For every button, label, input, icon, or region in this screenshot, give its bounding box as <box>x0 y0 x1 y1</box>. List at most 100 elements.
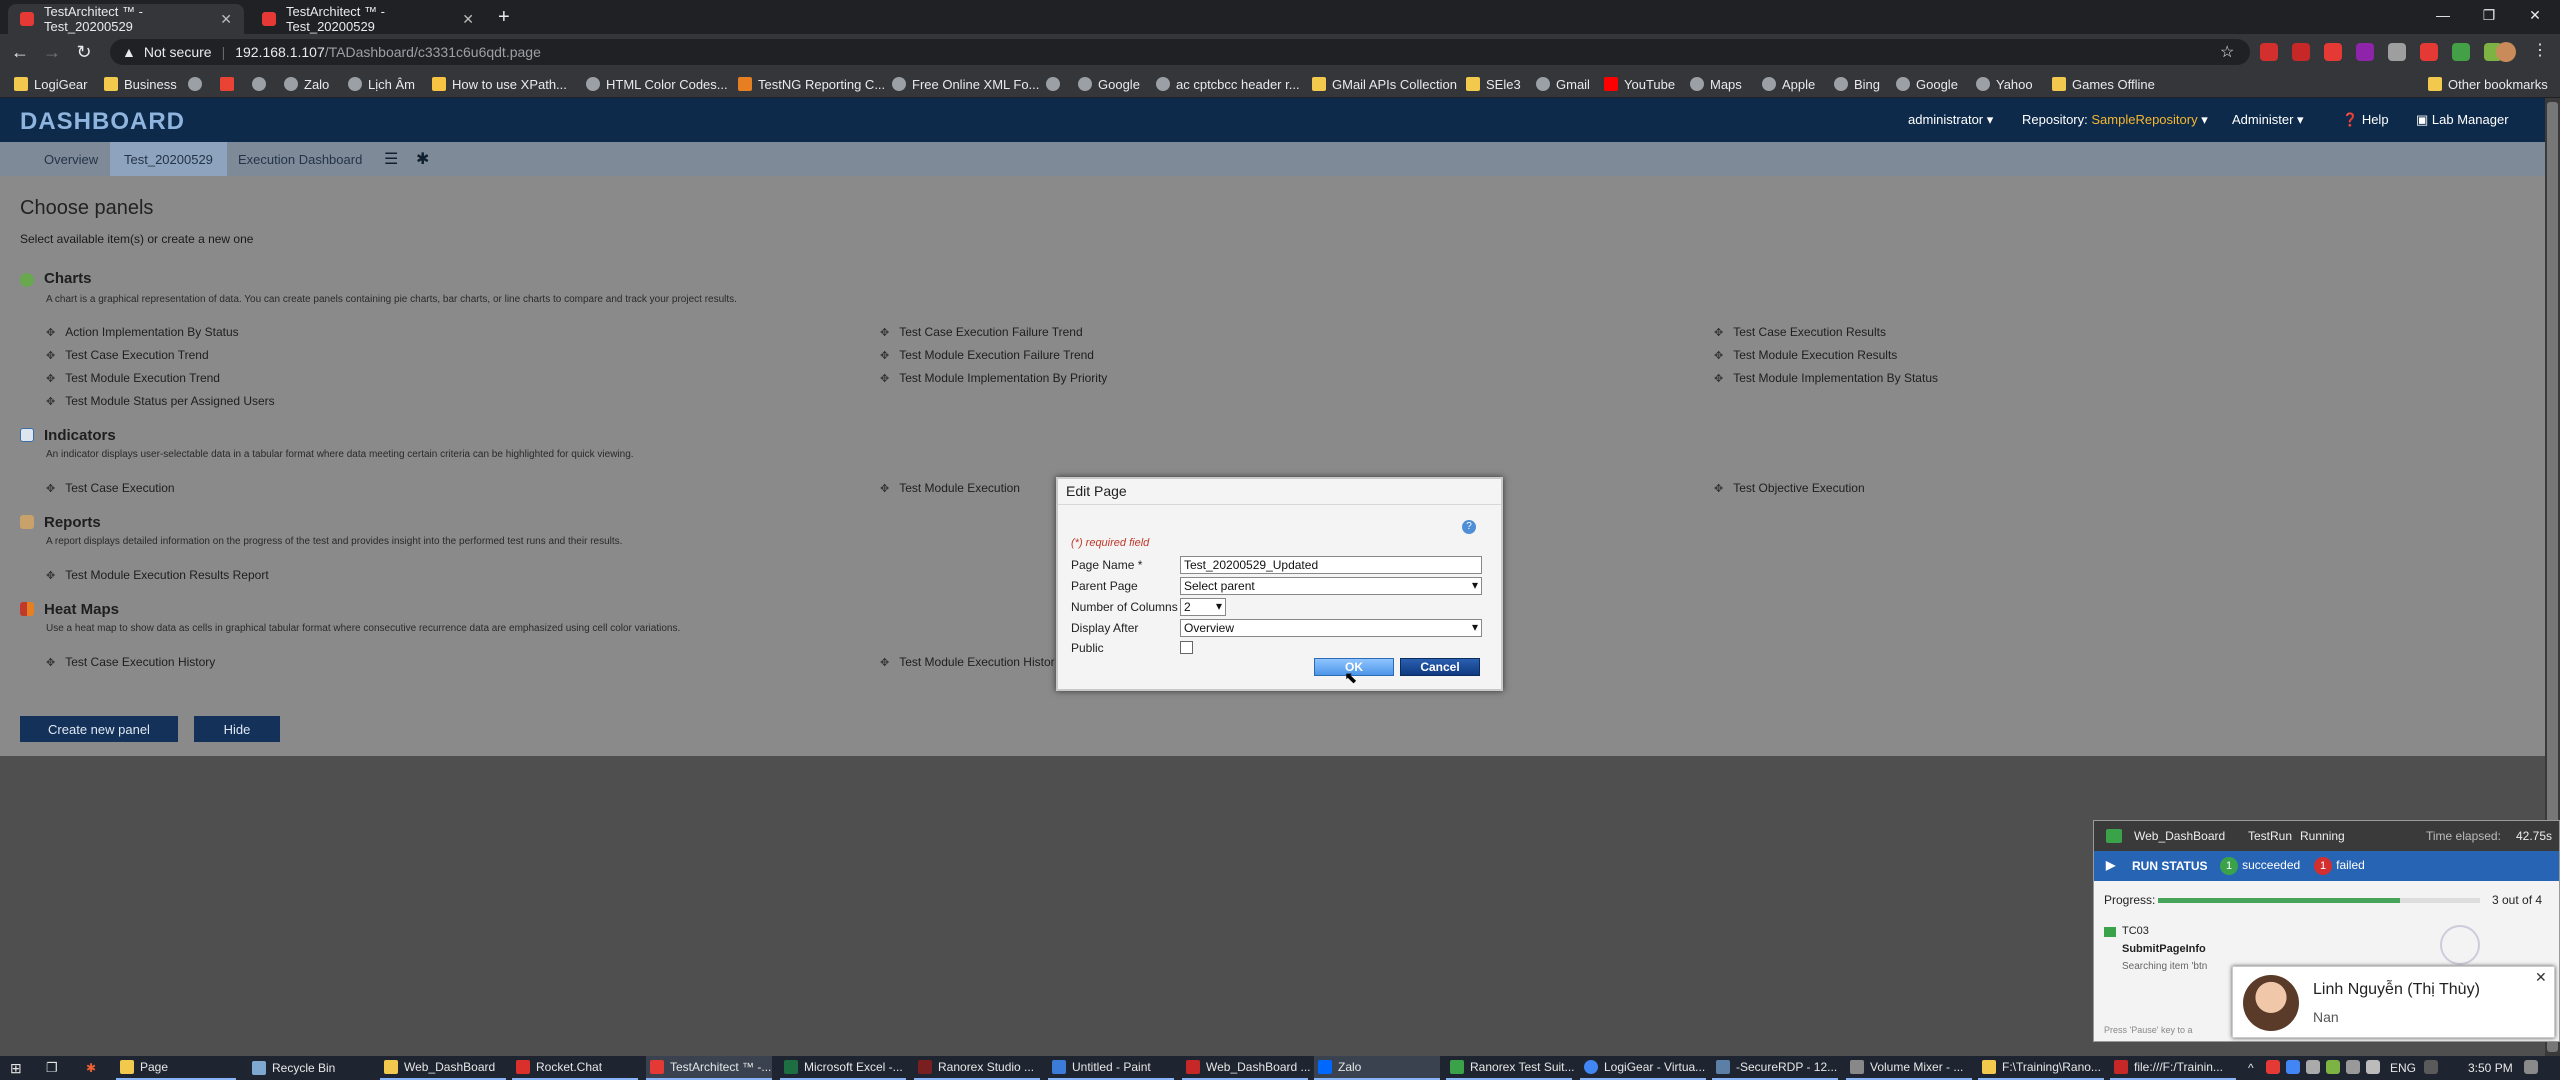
tray-app-icon[interactable] <box>2266 1060 2280 1074</box>
windows-start-icon[interactable]: ⊞ <box>6 1056 22 1080</box>
bookmark-ac[interactable]: ac cptcbcc header r... <box>1156 74 1300 94</box>
bookmark-globe[interactable] <box>1046 74 1066 94</box>
panel-item[interactable]: Test Module Execution Histor <box>880 655 1054 669</box>
panel-item[interactable]: Test Case Execution Trend <box>46 348 208 362</box>
restore-icon[interactable]: ❐ <box>2466 0 2512 30</box>
chat-notification[interactable]: Linh Nguyễn (Thị Thùy) Nan ✕ <box>2232 966 2555 1038</box>
tab-execution-dashboard[interactable]: Execution Dashboard <box>224 142 376 176</box>
bookmark-business[interactable]: Business <box>104 74 177 94</box>
user-menu[interactable]: administrator ▾ <box>1908 112 1993 128</box>
panel-item[interactable]: Test Module Execution <box>880 481 1020 495</box>
extension-icon[interactable] <box>2260 43 2278 61</box>
keyboard-icon[interactable] <box>2424 1060 2438 1074</box>
bookmark-sele3[interactable]: SEle3 <box>1466 74 1521 94</box>
extension-icon[interactable] <box>2388 43 2406 61</box>
menu-kebab-icon[interactable]: ⋮ <box>2532 40 2548 60</box>
bookmark-globe[interactable] <box>188 74 208 94</box>
bookmark-lich-am[interactable]: Lịch Âm <box>348 74 415 94</box>
taskbar-item[interactable]: Web_DashBoard <box>380 1056 506 1080</box>
tab-test-20200529[interactable]: Test_20200529 <box>110 142 227 176</box>
create-new-panel-button[interactable]: Create new panel <box>20 716 178 742</box>
panel-item[interactable]: Test Objective Execution <box>1714 481 1864 495</box>
address-bar[interactable]: ▲ Not secure | 192.168.1.107 /TADashboar… <box>110 39 2250 65</box>
app-icon[interactable]: ✱ <box>82 1056 96 1080</box>
bookmark-youtube[interactable]: YouTube <box>1604 74 1675 94</box>
settings-gear-icon[interactable]: ✱ <box>402 142 443 176</box>
tray-app-icon[interactable] <box>2286 1060 2300 1074</box>
close-icon[interactable]: ✕ <box>462 11 474 28</box>
taskbar-item[interactable]: LogiGear - Virtua... <box>1580 1056 1706 1080</box>
extension-icon[interactable] <box>2452 43 2470 61</box>
close-icon[interactable]: ✕ <box>2535 969 2547 986</box>
panel-item[interactable]: Test Module Execution Failure Trend <box>880 348 1094 362</box>
panel-item[interactable]: Test Module Execution Trend <box>46 371 220 385</box>
bookmark-html-colors[interactable]: HTML Color Codes... <box>586 74 728 94</box>
bookmark-apple[interactable]: Apple <box>1762 74 1815 94</box>
repository-menu[interactable]: Repository: SampleRepository ▾ <box>2022 112 2208 128</box>
bookmark-yahoo[interactable]: Yahoo <box>1976 74 2033 94</box>
panel-item[interactable]: Test Case Execution <box>46 481 174 495</box>
taskbar-item[interactable]: Volume Mixer - ... <box>1846 1056 1972 1080</box>
taskbar-item[interactable]: Ranorex Test Suit... <box>1446 1056 1575 1080</box>
taskbar-item[interactable]: Untitled - Paint <box>1048 1056 1174 1080</box>
panel-item[interactable]: Test Module Execution Results <box>1714 348 1897 362</box>
taskbar-item[interactable]: Recycle Bin <box>248 1056 368 1080</box>
bookmark-star-icon[interactable]: ☆ <box>2220 42 2234 62</box>
bookmark-zalo[interactable]: Zalo <box>284 74 329 94</box>
bookmark-globe[interactable] <box>252 74 272 94</box>
lab-manager-link[interactable]: ▣ Lab Manager <box>2416 112 2509 128</box>
browser-tab-2[interactable]: TestArchitect ™ - Test_20200529 ✕ <box>250 4 486 34</box>
taskbar-item[interactable]: TestArchitect ™ -... <box>646 1056 772 1080</box>
extension-icon[interactable] <box>2356 43 2374 61</box>
adblock-icon[interactable] <box>2292 43 2310 61</box>
reload-icon[interactable]: ↻ <box>72 40 96 64</box>
bookmark-bing[interactable]: Bing <box>1834 74 1880 94</box>
help-icon[interactable]: ? <box>1462 520 1476 534</box>
columns-select[interactable]: 2 <box>1180 598 1226 616</box>
taskbar-item[interactable]: -SecureRDP - 12... <box>1712 1056 1838 1080</box>
bookmark-google[interactable]: Google <box>1078 74 1140 94</box>
tab-overview[interactable]: Overview <box>30 142 112 176</box>
bookmark-gmail-link[interactable]: Gmail <box>1536 74 1590 94</box>
taskbar-item[interactable]: file:///F:/Trainin... <box>2110 1056 2236 1080</box>
administer-menu[interactable]: Administer ▾ <box>2232 112 2304 128</box>
help-link[interactable]: ❓ Help <box>2342 112 2389 128</box>
taskbar-item[interactable]: Microsoft Excel -... <box>780 1056 906 1080</box>
browser-tab-1[interactable]: TestArchitect ™ - Test_20200529 ✕ <box>8 4 244 34</box>
parent-page-select[interactable]: Select parent <box>1180 577 1482 595</box>
hide-button[interactable]: Hide <box>194 716 280 742</box>
bookmark-logigear[interactable]: LogiGear <box>14 74 87 94</box>
tray-chevron-icon[interactable]: ^ <box>2244 1056 2254 1080</box>
page-name-input[interactable]: Test_20200529_Updated <box>1180 556 1482 574</box>
panel-item[interactable]: Test Module Implementation By Priority <box>880 371 1107 385</box>
tray-app-icon[interactable] <box>2306 1060 2320 1074</box>
network-icon[interactable] <box>2346 1060 2360 1074</box>
bookmark-maps[interactable]: Maps <box>1690 74 1742 94</box>
task-view-icon[interactable]: ❐ <box>42 1056 58 1080</box>
panel-item[interactable]: Action Implementation By Status <box>46 325 238 339</box>
close-icon[interactable]: ✕ <box>220 11 232 28</box>
panel-item[interactable]: Test Case Execution Failure Trend <box>880 325 1082 339</box>
bookmark-games-offline[interactable]: Games Offline <box>2052 74 2155 94</box>
panel-item[interactable]: Test Case Execution History <box>46 655 215 669</box>
profile-avatar[interactable] <box>2496 42 2516 62</box>
panel-item[interactable]: Test Module Status per Assigned Users <box>46 394 274 408</box>
public-checkbox[interactable] <box>1180 641 1193 654</box>
taskbar-item[interactable]: Web_DashBoard ... <box>1182 1056 1311 1080</box>
taskbar-item[interactable]: Rocket.Chat <box>512 1056 638 1080</box>
new-tab-button[interactable]: + <box>498 6 510 29</box>
taskbar-item[interactable]: Page <box>116 1056 236 1080</box>
tray-app-icon[interactable] <box>2326 1060 2340 1074</box>
panel-item[interactable]: Test Module Implementation By Status <box>1714 371 1938 385</box>
bookmark-gmail-apis[interactable]: GMail APIs Collection <box>1312 74 1457 94</box>
other-bookmarks[interactable]: Other bookmarks <box>2428 74 2548 94</box>
volume-icon[interactable] <box>2366 1060 2380 1074</box>
bookmark-google-2[interactable]: Google <box>1896 74 1958 94</box>
play-icon[interactable]: ▶ <box>2106 858 2115 872</box>
display-after-select[interactable]: Overview <box>1180 619 1482 637</box>
bookmark-gmail[interactable] <box>220 74 240 94</box>
taskbar-item[interactable]: Zalo <box>1314 1056 1440 1080</box>
back-icon[interactable]: ← <box>8 40 32 64</box>
minimize-icon[interactable]: — <box>2420 0 2466 30</box>
extension-icon[interactable] <box>2420 43 2438 61</box>
